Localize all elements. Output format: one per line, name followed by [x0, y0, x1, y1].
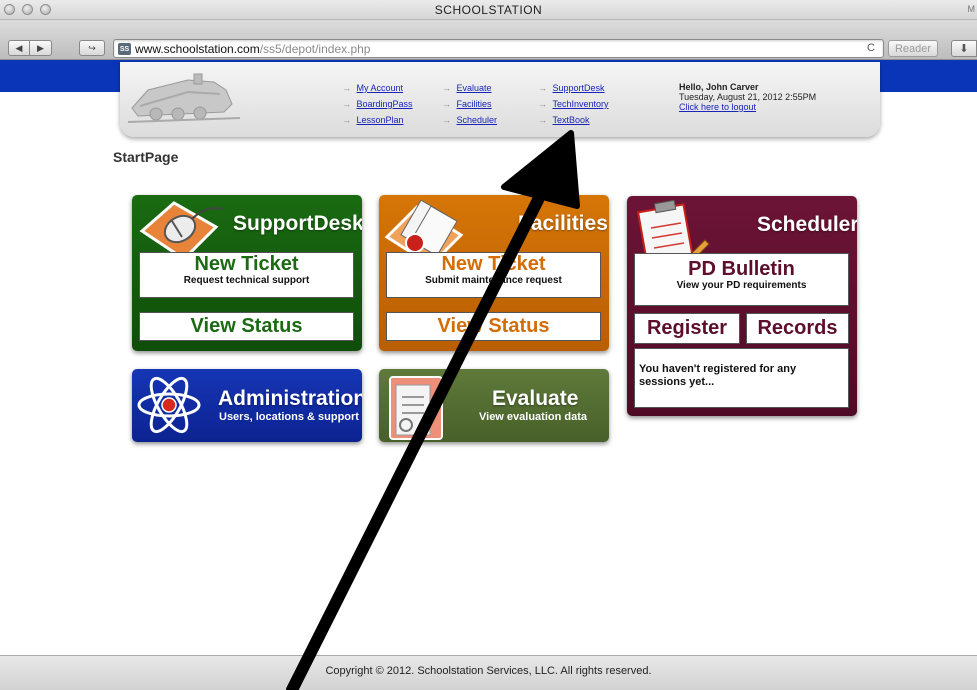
evaluate-subtitle: View evaluation data — [479, 411, 588, 423]
nav-link-supportdesk[interactable]: SupportDesk — [538, 80, 609, 96]
registration-message: You haven't registered for any sessions … — [634, 348, 849, 408]
nav-column-1: My Account BoardingPass LessonPlan — [342, 80, 413, 128]
supportdesk-title: SupportDesk — [233, 212, 362, 235]
share-button[interactable]: ↪ — [79, 40, 105, 56]
evaluation-form-icon — [389, 376, 443, 440]
back-arrow-icon: ◀ — [15, 42, 23, 53]
atom-icon — [137, 376, 201, 434]
facilities-view-status-button[interactable]: View Status — [386, 312, 601, 341]
administration-subtitle: Users, locations & support — [219, 411, 359, 423]
reader-button[interactable]: Reader — [888, 40, 938, 57]
nav-link-lessonplan[interactable]: LessonPlan — [342, 112, 413, 128]
supportdesk-tile: SupportDesk New Ticket Request technical… — [132, 195, 362, 351]
supportdesk-new-ticket-sub: Request technical support — [183, 275, 310, 286]
forward-button[interactable]: ▶ — [30, 40, 52, 56]
facilities-title: Facilities — [518, 212, 608, 235]
administration-tile[interactable]: Administration Users, locations & suppor… — [132, 369, 362, 442]
current-datetime: Tuesday, August 21, 2012 2:55PM — [679, 92, 817, 102]
window-titlebar: SCHOOLSTATION M — [0, 0, 977, 20]
records-button[interactable]: Records — [746, 313, 849, 344]
site-favicon-icon: SS — [118, 43, 131, 55]
user-greeting: Hello, John Carver — [679, 82, 759, 92]
url-path: /ss5/depot/index.php — [259, 42, 371, 56]
copyright-text: Copyright © 2012. Schoolstation Services… — [325, 665, 652, 677]
user-info: Hello, John Carver Tuesday, August 21, 2… — [679, 82, 816, 112]
address-bar[interactable]: SS www.schoolstation.com/ss5/depot/index… — [113, 39, 884, 58]
pd-bulletin-label: PD Bulletin — [688, 258, 795, 280]
download-icon: ⬇ — [959, 43, 969, 55]
facilities-new-ticket-sub: Submit maintenance request — [425, 275, 562, 286]
window-title: SCHOOLSTATION — [434, 3, 543, 17]
browser-window: SCHOOLSTATION M ◀ ▶ ↪ SS www.schoolstati… — [0, 0, 977, 690]
nav-link-textbook[interactable]: TextBook — [538, 112, 609, 128]
nav-column-2: Evaluate Facilities Scheduler — [442, 80, 498, 128]
url-text[interactable]: www.schoolstation.com/ss5/depot/index.ph… — [135, 42, 370, 56]
nav-column-3: SupportDesk TechInventory TextBook — [538, 80, 609, 128]
train-logo-icon — [128, 73, 240, 123]
page-footer: Copyright © 2012. Schoolstation Services… — [0, 655, 977, 690]
supportdesk-view-status-button[interactable]: View Status — [139, 312, 354, 341]
evaluate-tile[interactable]: Evaluate View evaluation data — [379, 369, 609, 442]
supportdesk-new-ticket-button[interactable]: New Ticket Request technical support — [139, 252, 354, 298]
downloads-button[interactable]: ⬇ — [951, 40, 977, 57]
history-buttons: ◀ ▶ — [8, 40, 52, 56]
evaluate-title: Evaluate — [492, 387, 579, 410]
nav-link-boardingpass[interactable]: BoardingPass — [342, 96, 413, 112]
url-host: www.schoolstation.com — [135, 42, 260, 56]
scheduler-title: Scheduler — [757, 213, 857, 236]
corner-mark: M — [967, 4, 976, 14]
nav-link-facilities[interactable]: Facilities — [442, 96, 497, 112]
pd-bulletin-button[interactable]: PD Bulletin View your PD requirements — [634, 253, 849, 306]
nav-link-evaluate[interactable]: Evaluate — [442, 80, 497, 96]
reload-icon[interactable]: C — [867, 42, 875, 54]
facilities-new-ticket-label: New Ticket — [441, 253, 546, 275]
facilities-new-ticket-button[interactable]: New Ticket Submit maintenance request — [386, 252, 601, 298]
pd-bulletin-sub: View your PD requirements — [676, 280, 807, 291]
forward-arrow-icon: ▶ — [37, 42, 44, 53]
browser-toolbar: ◀ ▶ ↪ SS www.schoolstation.com/ss5/depot… — [0, 20, 977, 60]
nav-link-my-account[interactable]: My Account — [342, 80, 413, 96]
nav-link-scheduler[interactable]: Scheduler — [442, 112, 498, 128]
share-icon: ↪ — [88, 42, 96, 53]
supportdesk-new-ticket-label: New Ticket — [194, 253, 299, 275]
register-button[interactable]: Register — [634, 313, 740, 344]
site-header: My Account BoardingPass LessonPlan Evalu… — [120, 62, 880, 137]
back-button[interactable]: ◀ — [8, 40, 30, 56]
administration-title: Administration — [218, 387, 362, 410]
nav-link-techinventory[interactable]: TechInventory — [538, 96, 609, 112]
page-title: StartPage — [113, 149, 179, 165]
scheduler-tile: Scheduler PD Bulletin View your PD requi… — [627, 196, 857, 416]
logout-link[interactable]: Click here to logout — [679, 102, 756, 112]
facilities-tile: Facilities New Ticket Submit maintenance… — [379, 195, 609, 351]
